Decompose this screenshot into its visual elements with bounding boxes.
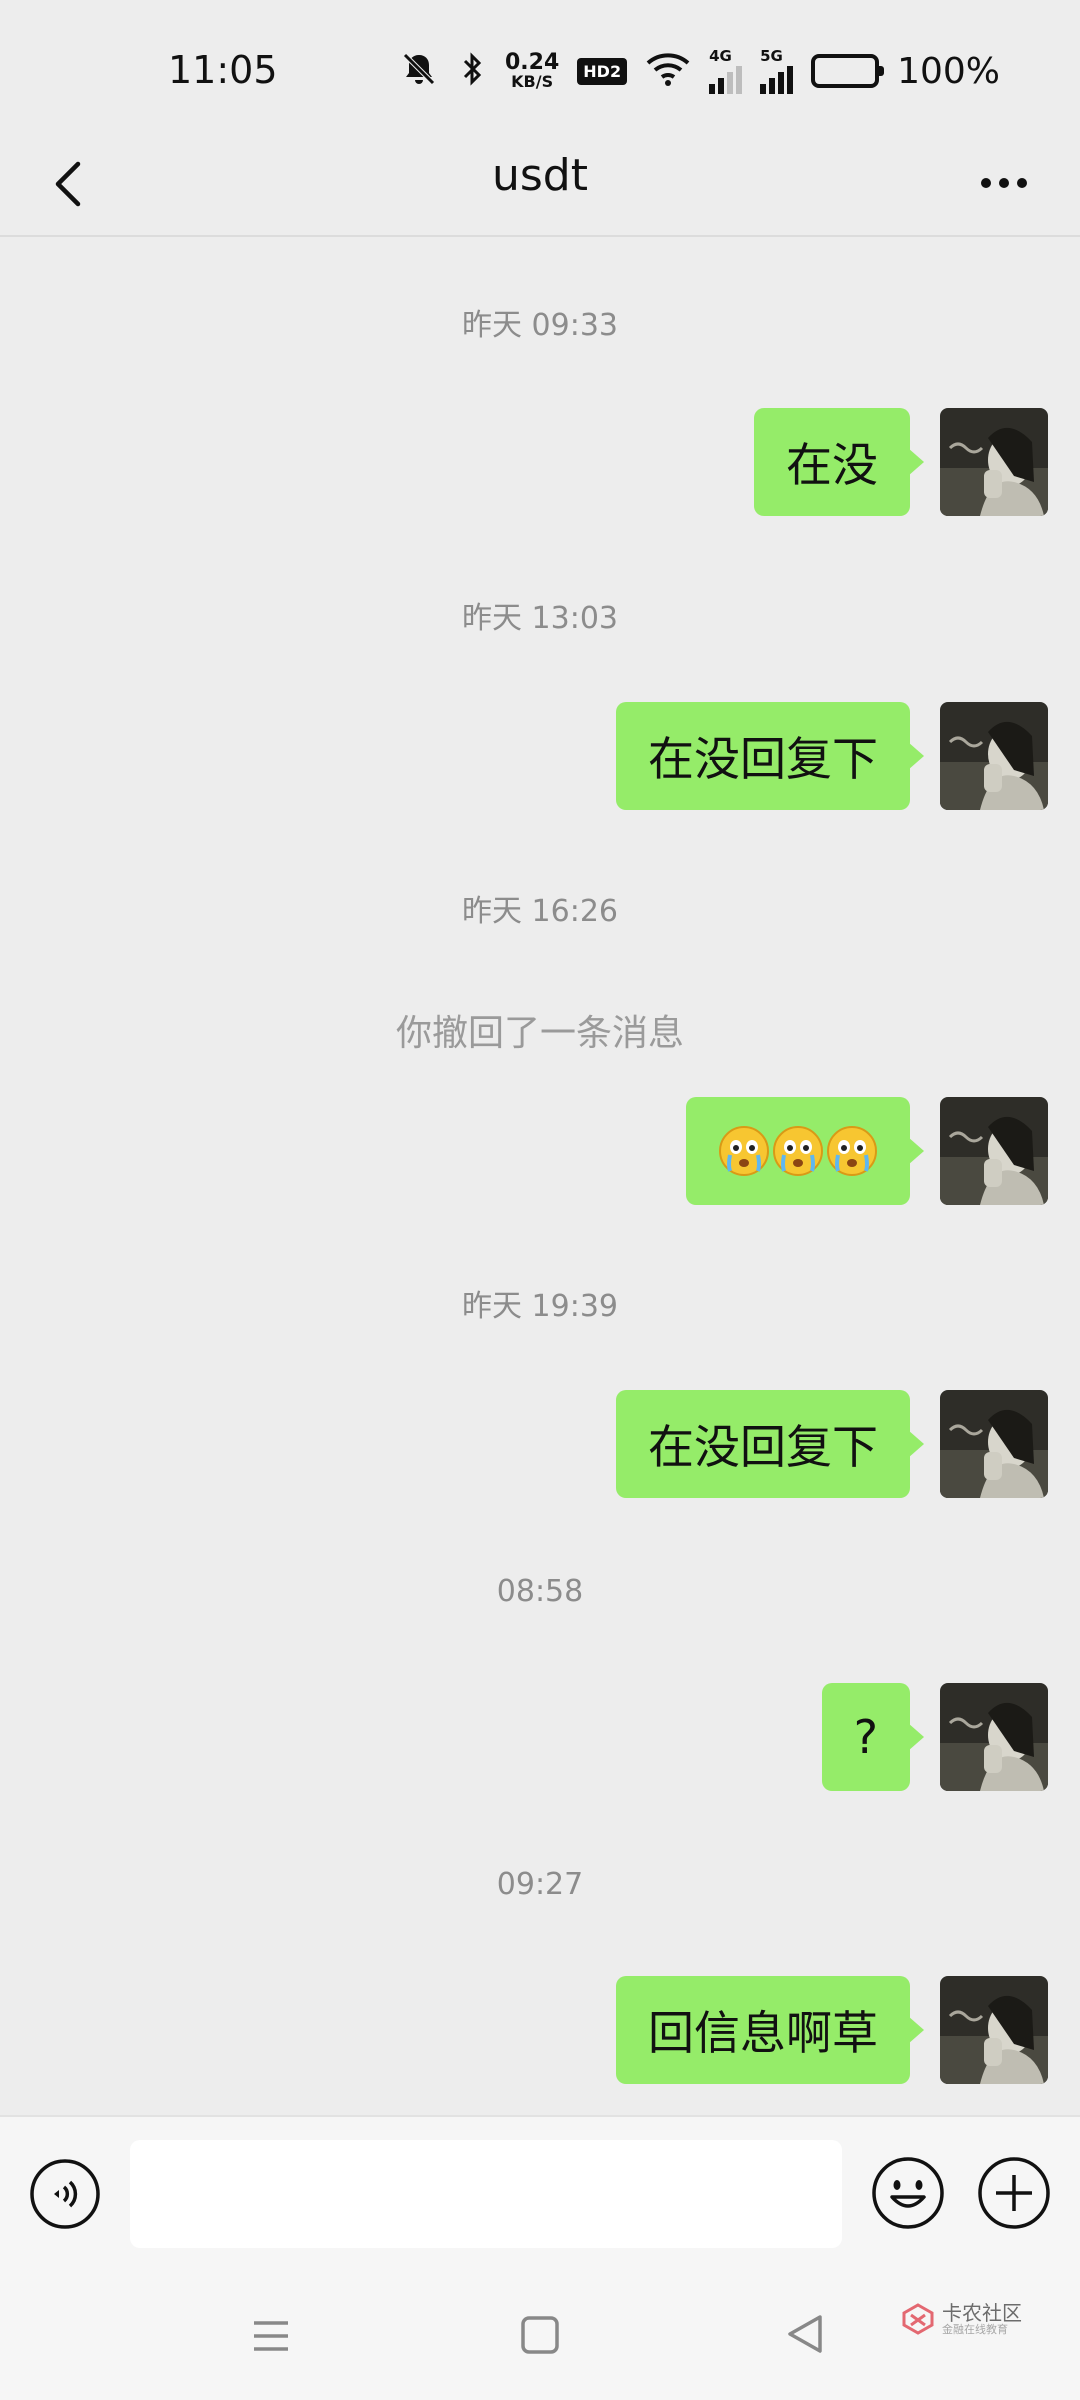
sent-emoji-message[interactable]: [686, 1097, 924, 1205]
avatar[interactable]: [940, 702, 1048, 810]
sent-message[interactable]: 在没回复下: [616, 702, 924, 810]
system-nav-bar: 卡农社区 金融在线教育: [0, 2275, 1080, 2400]
timestamp: 昨天 09:33: [462, 308, 618, 343]
signal-sim2: 5G: [760, 48, 794, 94]
plus-button[interactable]: [976, 2155, 1052, 2231]
signal-sim1: 4G: [709, 48, 743, 94]
recall-notice: 你撤回了一条消息: [395, 1013, 684, 1054]
timestamp: 昨天 19:39: [462, 1289, 618, 1324]
nav-home-button[interactable]: [518, 2313, 562, 2357]
timestamp: 昨天 16:26: [462, 894, 618, 929]
timestamp: 昨天 13:03: [462, 601, 618, 636]
emoji-icon: [872, 2157, 944, 2229]
timestamp: 08:58: [496, 1574, 584, 1609]
crying-face-emoji: [719, 1126, 769, 1176]
timestamp: 09:27: [496, 1867, 584, 1902]
nav-back-button[interactable]: [782, 2311, 828, 2357]
status-icons: 0.24 KB/S HD2 4G 5G 100%: [399, 46, 1000, 96]
menu-icon: [254, 2321, 288, 2351]
wifi-icon: [645, 51, 691, 91]
sent-message[interactable]: 回信息啊草: [616, 1976, 924, 2084]
back-triangle-icon: [788, 2315, 822, 2353]
crying-face-emoji: [827, 1126, 877, 1176]
avatar[interactable]: [940, 1097, 1048, 1205]
status-time: 11:05: [168, 48, 278, 92]
avatar[interactable]: [940, 408, 1048, 516]
watermark: 卡农社区 金融在线教育: [900, 2301, 1022, 2337]
voice-icon: [30, 2159, 100, 2229]
sent-message[interactable]: 在没回复下: [616, 1390, 924, 1498]
emoji-button[interactable]: [870, 2155, 946, 2231]
more-button[interactable]: [964, 148, 1044, 218]
home-icon: [521, 2316, 559, 2354]
emoji-group: [718, 1125, 878, 1177]
voice-button[interactable]: [28, 2157, 102, 2231]
avatar[interactable]: [940, 1390, 1048, 1498]
status-bar: 11:05 0.24 KB/S HD2 4G 5G 100%: [0, 0, 1080, 140]
bluetooth-icon: [457, 49, 487, 93]
crying-face-emoji: [773, 1126, 823, 1176]
watermark-subtitle: 金融在线教育: [942, 2322, 1008, 2336]
avatar[interactable]: [940, 1976, 1048, 2084]
watermark-title: 卡农社区: [942, 2300, 1022, 2325]
mute-icon: [399, 49, 439, 93]
avatar[interactable]: [940, 1683, 1048, 1791]
message-input[interactable]: [130, 2140, 842, 2248]
sent-message[interactable]: ?: [821, 1683, 925, 1791]
battery-icon: [811, 54, 885, 88]
chat-header: usdt: [0, 130, 1080, 237]
more-dots-icon: [981, 178, 1027, 188]
net-speed: 0.24 KB/S: [504, 50, 560, 91]
battery-percent: 100%: [897, 50, 1000, 92]
hd-badge: HD2: [577, 57, 628, 85]
input-bar: [0, 2115, 1080, 2275]
sent-message[interactable]: 在没: [754, 408, 924, 516]
chat-title: usdt: [492, 150, 588, 201]
chat-area[interactable]: 昨天 09:33 在没 昨天 13:03 在没回复下 昨天 16:26 你撤回了…: [0, 240, 1080, 2115]
watermark-logo-icon: [902, 2303, 934, 2335]
plus-icon: [978, 2157, 1050, 2229]
nav-menu-button[interactable]: [248, 2313, 294, 2359]
